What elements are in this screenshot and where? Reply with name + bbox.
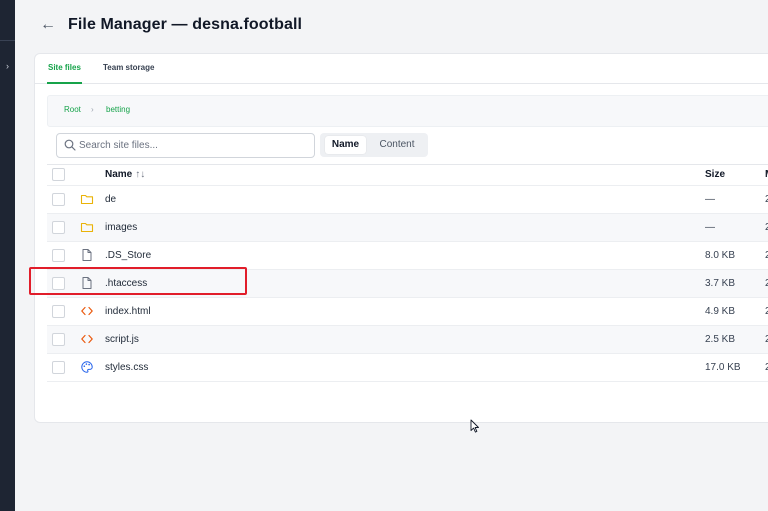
table-row[interactable]: styles.css 17.0 KB 2 — [47, 353, 768, 382]
sort-icon[interactable]: ↑↓ — [135, 169, 145, 180]
search-box[interactable] — [56, 133, 315, 158]
tab-bar: Site files Team storage — [35, 54, 768, 84]
page-header: ← File Manager — desna.football — [40, 13, 302, 37]
file-size: 4.9 KB — [705, 306, 736, 317]
select-all-checkbox[interactable] — [52, 168, 65, 181]
file-name[interactable]: images — [105, 214, 137, 241]
table-row[interactable]: script.js 2.5 KB 2 — [47, 325, 768, 353]
breadcrumb-separator-icon: › — [91, 105, 94, 114]
folder-icon — [80, 222, 94, 233]
file-name[interactable]: script.js — [105, 326, 139, 353]
search-input[interactable] — [79, 136, 307, 154]
sidebar-expand-icon[interactable]: › — [0, 61, 15, 71]
tab-team-storage[interactable]: Team storage — [103, 54, 154, 82]
code-icon — [81, 306, 93, 316]
row-checkbox[interactable] — [52, 305, 65, 318]
row-checkbox[interactable] — [52, 221, 65, 234]
column-header-name[interactable]: Name ↑↓ — [105, 165, 145, 185]
row-checkbox[interactable] — [52, 333, 65, 346]
search-mode-toggle: Name Content — [320, 133, 428, 157]
breadcrumb: Root › betting — [47, 95, 768, 127]
back-arrow-icon[interactable]: ← — [40, 16, 60, 34]
file-size: 8.0 KB — [705, 250, 736, 261]
sidebar-divider — [0, 40, 15, 41]
page-title: File Manager — desna.football — [68, 16, 303, 33]
file-name[interactable]: de — [105, 186, 116, 213]
file-size: — — [705, 194, 715, 205]
tab-site-files[interactable]: Site files — [47, 54, 82, 84]
column-header-size[interactable]: Size — [705, 165, 725, 185]
table-header: Name↑↓ Size M — [47, 164, 768, 185]
table-row[interactable]: de — 2 — [47, 185, 768, 213]
breadcrumb-root[interactable]: Root — [64, 96, 81, 124]
table-row[interactable]: .DS_Store 8.0 KB 2 — [47, 241, 768, 269]
column-name-label: Name — [105, 169, 133, 180]
file-name[interactable]: index.html — [105, 298, 151, 325]
breadcrumb-current[interactable]: betting — [106, 96, 130, 124]
search-mode-name-button[interactable]: Name — [325, 136, 366, 154]
search-icon — [64, 139, 76, 151]
mouse-cursor-icon — [470, 419, 479, 433]
file-name[interactable]: styles.css — [105, 354, 148, 381]
file-name[interactable]: .DS_Store — [105, 242, 151, 269]
row-checkbox[interactable] — [52, 249, 65, 262]
file-icon — [82, 249, 92, 261]
file-size: 17.0 KB — [705, 362, 741, 373]
file-size: 2.5 KB — [705, 334, 736, 345]
row-checkbox[interactable] — [52, 361, 65, 374]
file-size: 3.7 KB — [705, 278, 736, 289]
table-row[interactable]: images — 2 — [47, 213, 768, 241]
folder-icon — [80, 194, 94, 205]
sidebar: › — [0, 0, 15, 511]
highlight-box — [29, 267, 247, 295]
file-manager-card: Site files Team storage Root › betting N… — [34, 53, 768, 423]
table-row[interactable]: index.html 4.9 KB 2 — [47, 297, 768, 325]
row-checkbox[interactable] — [52, 193, 65, 206]
code-icon — [81, 334, 93, 344]
palette-icon — [81, 361, 93, 373]
search-mode-content-button[interactable]: Content — [372, 136, 422, 154]
file-size: — — [705, 222, 715, 233]
